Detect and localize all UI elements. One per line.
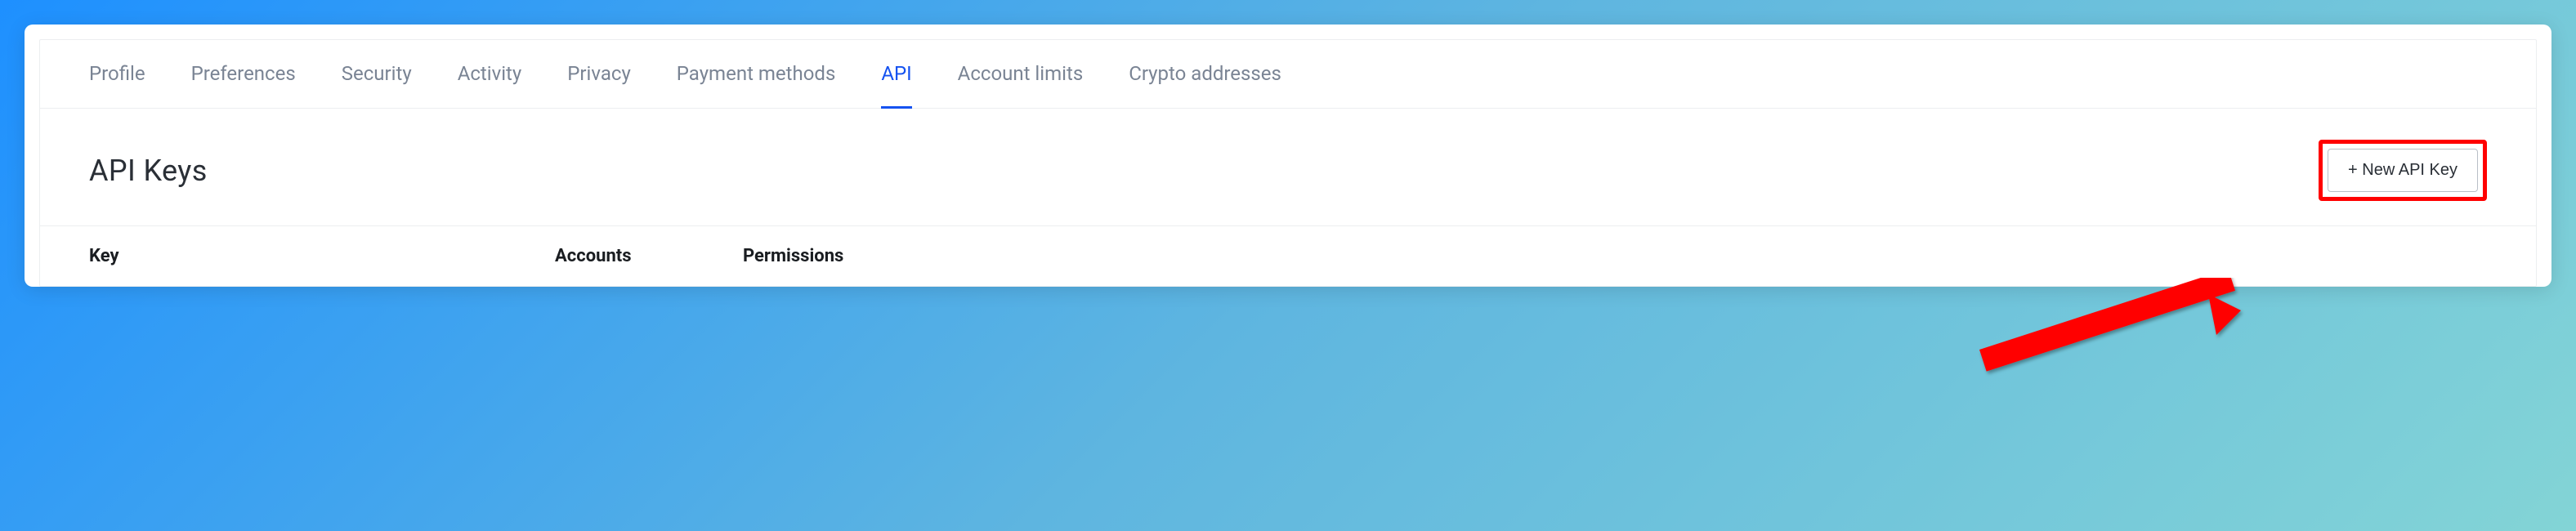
tab-api[interactable]: API [881,40,911,109]
column-header-permissions: Permissions [743,246,2487,266]
tab-profile[interactable]: Profile [89,40,145,109]
section-title: API Keys [89,154,208,188]
column-header-key: Key [89,246,555,266]
column-header-accounts: Accounts [555,246,743,266]
highlight-annotation: + New API Key [2319,140,2487,201]
section-header: API Keys + New API Key [40,109,2536,226]
card-inner: Profile Preferences Security Activity Pr… [39,39,2537,287]
tab-account-limits[interactable]: Account limits [958,40,1084,109]
tab-activity[interactable]: Activity [458,40,522,109]
new-api-key-button[interactable]: + New API Key [2328,149,2478,192]
settings-card: Profile Preferences Security Activity Pr… [25,25,2551,287]
tab-crypto-addresses[interactable]: Crypto addresses [1129,40,1281,109]
api-keys-table-header: Key Accounts Permissions [40,226,2536,286]
new-api-key-label: + New API Key [2348,161,2457,180]
tab-preferences[interactable]: Preferences [191,40,296,109]
tab-security[interactable]: Security [342,40,412,109]
tab-payment-methods[interactable]: Payment methods [677,40,836,109]
arrow-annotation-icon [1939,278,2249,425]
settings-tabs: Profile Preferences Security Activity Pr… [40,40,2536,109]
tab-privacy[interactable]: Privacy [567,40,631,109]
